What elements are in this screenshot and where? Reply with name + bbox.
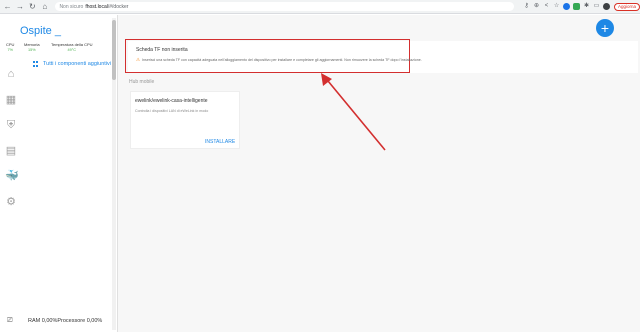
settings-icon[interactable]: ⚙ bbox=[5, 196, 17, 208]
extension-icon[interactable] bbox=[563, 3, 571, 10]
stat-label: Memoria bbox=[24, 42, 40, 47]
extensions-area: ⚷ ⊕ < ☆ ✱ ▭ Aggiorna bbox=[520, 2, 640, 11]
url-host: fhost.local bbox=[85, 3, 108, 10]
annotation-arrow bbox=[321, 73, 386, 151]
stat-cpu-temperature: Temperatura della CPU 49°C bbox=[51, 42, 93, 52]
terminal-icon[interactable]: ⎚ bbox=[7, 317, 13, 325]
back-button[interactable]: ← bbox=[3, 2, 12, 12]
key-icon[interactable]: ⚷ bbox=[523, 3, 530, 10]
extension-icon[interactable] bbox=[573, 3, 581, 10]
arrow-line bbox=[327, 80, 386, 151]
reload-button[interactable]: ↻ bbox=[28, 2, 37, 12]
all-components-link[interactable]: Tutti i componenti aggiuntivi bbox=[33, 61, 111, 67]
stat-label: Temperatura della CPU bbox=[51, 42, 93, 47]
dashboard-icon[interactable]: ▦ bbox=[5, 94, 17, 106]
tab-search-icon[interactable]: ▭ bbox=[593, 3, 600, 10]
puzzle-icon[interactable]: ✱ bbox=[583, 3, 590, 10]
scroll-thumb[interactable] bbox=[112, 20, 116, 80]
home-button[interactable]: ⌂ bbox=[40, 2, 49, 12]
share-icon[interactable]: < bbox=[543, 3, 550, 10]
profile-avatar[interactable] bbox=[603, 3, 611, 10]
url-path: /#/docker bbox=[107, 3, 129, 10]
stat-memory: Memoria 15% bbox=[24, 42, 40, 52]
browser-toolbar: ← → ↻ ⌂ Non sicuro fhost.local/#/docker … bbox=[0, 0, 640, 14]
home-icon[interactable]: ⌂ bbox=[5, 68, 17, 80]
security-indicator[interactable]: Non sicuro bbox=[59, 4, 83, 10]
grid-icon bbox=[33, 61, 39, 67]
list-icon[interactable]: ▤ bbox=[5, 145, 17, 157]
stat-value: 15% bbox=[27, 48, 36, 52]
resource-usage: RAM 0,00%Processore 0,00% bbox=[28, 318, 103, 324]
docker-icon[interactable]: 🐳 bbox=[5, 170, 19, 182]
update-button[interactable]: Aggiorna bbox=[614, 2, 640, 11]
security-icon[interactable]: ⛨ bbox=[5, 119, 17, 131]
all-components-label: Tutti i componenti aggiuntivi bbox=[43, 61, 111, 67]
stat-cpu: CPU 7% bbox=[6, 42, 14, 52]
sidebar: Ospite _ CPU 7% Memoria 15% Temperatura … bbox=[0, 15, 118, 332]
sidebar-scrollbar[interactable] bbox=[112, 18, 116, 330]
main-content: + Scheda TF non inserita ⚠ Inserisci una… bbox=[118, 15, 640, 332]
star-icon[interactable]: ☆ bbox=[553, 3, 560, 10]
stat-label: CPU bbox=[6, 42, 15, 47]
forward-button[interactable]: → bbox=[15, 2, 24, 12]
sidebar-title: Ospite _ bbox=[20, 25, 61, 37]
stat-value: 49°C bbox=[67, 48, 77, 52]
address-bar[interactable]: Non sicuro fhost.local/#/docker bbox=[55, 2, 515, 11]
stat-value: 7% bbox=[7, 48, 13, 52]
zoom-icon[interactable]: ⊕ bbox=[533, 3, 540, 10]
